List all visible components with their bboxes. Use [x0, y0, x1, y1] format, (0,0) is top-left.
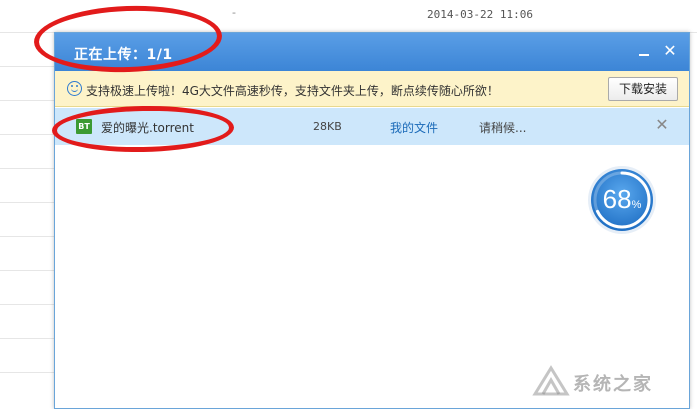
close-icon: ✕ — [655, 115, 669, 134]
progress-unit: % — [631, 199, 642, 211]
progress-value: 68 — [602, 184, 632, 214]
upload-progress-ring: 68% — [587, 165, 657, 235]
smiley-icon — [67, 81, 82, 96]
watermark-text: 系统之家 — [573, 374, 653, 395]
minimize-button[interactable] — [635, 42, 653, 60]
upload-file-row[interactable]: BT 爱的曝光.torrent 28KB 我的文件 请稍候... ✕ — [55, 108, 689, 145]
background-row-line — [0, 304, 56, 305]
file-directory-link[interactable]: 我的文件 — [390, 119, 438, 136]
progress-label: 68% — [587, 184, 657, 215]
site-watermark: 系统之家 — [527, 362, 692, 402]
background-row-line — [0, 270, 56, 271]
bt-file-icon: BT — [76, 119, 92, 134]
background-row-line — [0, 134, 56, 135]
file-size: 28KB — [313, 120, 342, 133]
upload-title-bar[interactable]: 正在上传：1/1 ✕ — [55, 33, 689, 71]
upload-title: 正在上传：1/1 — [74, 47, 173, 63]
upload-window: 正在上传：1/1 ✕ 支持极速上传啦！4G大文件高速秒传，支持文件夹上传，断点续… — [54, 32, 690, 409]
close-button[interactable]: ✕ — [661, 42, 679, 60]
promo-notice-bar: 支持极速上传啦！4G大文件高速秒传，支持文件夹上传，断点续传随心所欲！ 下载安装 — [55, 71, 689, 107]
watermark-logo-icon — [532, 365, 570, 396]
background-row-line — [0, 338, 56, 339]
close-icon: ✕ — [663, 41, 677, 60]
download-install-button[interactable]: 下载安装 — [608, 77, 678, 101]
background-row-line — [0, 66, 56, 67]
background-row-line — [0, 168, 56, 169]
background-timestamp: 2014-03-22 11:06 — [427, 8, 533, 21]
promo-notice-text: 支持极速上传啦！4G大文件高速秒传，支持文件夹上传，断点续传随心所欲！ — [86, 84, 499, 98]
file-name: 爱的曝光.torrent — [101, 121, 194, 135]
background-row-line — [0, 202, 56, 203]
file-status: 请稍候... — [479, 121, 527, 135]
minimize-icon — [639, 54, 649, 56]
background-row-line — [0, 372, 56, 373]
background-row-line — [0, 236, 56, 237]
background-row-line — [0, 100, 56, 101]
cancel-upload-button[interactable]: ✕ — [653, 116, 671, 134]
background-dash: - — [232, 6, 236, 19]
